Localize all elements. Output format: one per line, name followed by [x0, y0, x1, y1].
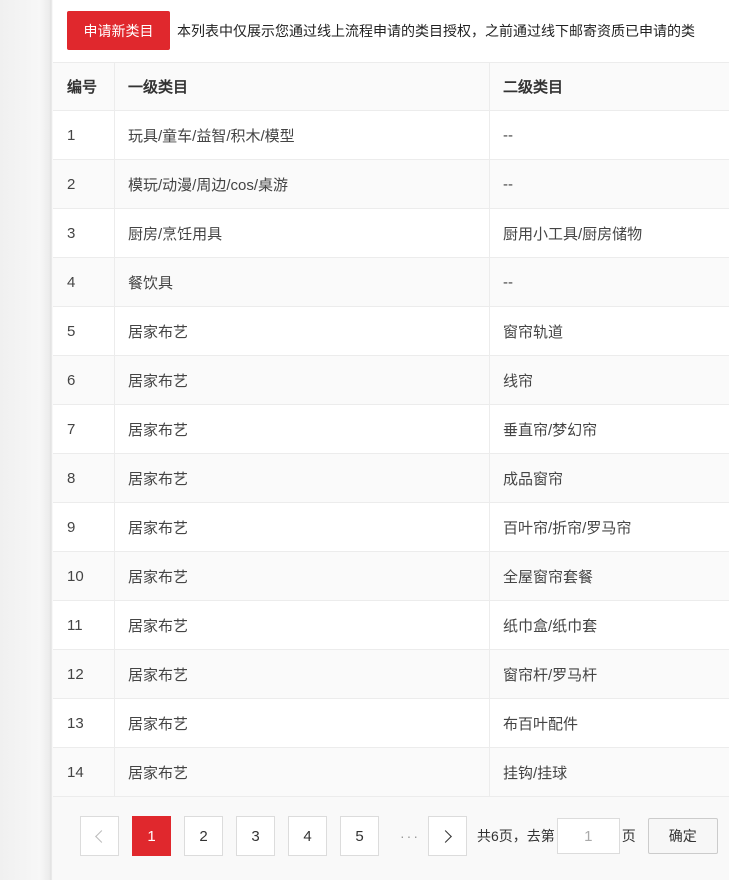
cell-level2: 挂钩/挂球 [503, 764, 568, 782]
cell-no: 4 [53, 258, 115, 306]
cell-no: 11 [53, 601, 115, 649]
cell-level2: 纸巾盒/纸巾套 [503, 617, 598, 635]
notice-text: 本列表中仅展示您通过线上流程申请的类目授权，之前通过线下邮寄资质已申请的类 [177, 22, 695, 39]
page-button-4[interactable]: 4 [288, 816, 327, 856]
chevron-left-icon [95, 829, 108, 843]
page-suffix-text: 页 [621, 828, 636, 844]
cell-no: 1 [53, 111, 115, 159]
cell-level2: 垂直帘/梦幻帘 [503, 421, 598, 439]
toolbar: 申请新类目 本列表中仅展示您通过线上流程申请的类目授权，之前通过线下邮寄资质已申… [67, 11, 695, 50]
cell-level2: -- [503, 126, 513, 144]
header-no: 编号 [53, 63, 115, 110]
cell-level1: 模玩/动漫/周边/cos/桌游 [115, 160, 490, 208]
chevron-right-icon [439, 829, 452, 843]
cell-level1: 居家布艺 [115, 356, 490, 404]
table-row: 12 居家布艺 窗帘杆/罗马杆 [53, 650, 729, 699]
cell-no: 7 [53, 405, 115, 453]
cell-level1: 居家布艺 [115, 699, 490, 747]
table-row: 11 居家布艺 纸巾盒/纸巾套 [53, 601, 729, 650]
cell-level1: 居家布艺 [115, 454, 490, 502]
cell-level1: 厨房/烹饪用具 [115, 209, 490, 257]
pagination-ellipsis: ··· [400, 828, 420, 844]
prev-page-button[interactable] [80, 816, 119, 856]
table-row: 13 居家布艺 布百叶配件 [53, 699, 729, 748]
table-row: 6 居家布艺 线帘 [53, 356, 729, 405]
cell-level2: 百叶帘/折帘/罗马帘 [503, 519, 632, 537]
cell-no: 10 [53, 552, 115, 600]
page-button-3[interactable]: 3 [236, 816, 275, 856]
confirm-page-button[interactable]: 确定 [647, 818, 718, 854]
cell-level1: 居家布艺 [115, 503, 490, 551]
cell-no: 14 [53, 748, 115, 796]
cell-level1: 玩具/童车/益智/积木/模型 [115, 111, 490, 159]
table-row: 2 模玩/动漫/周边/cos/桌游 -- [53, 160, 729, 209]
cell-level1: 居家布艺 [115, 650, 490, 698]
total-pages-text: 共6页，去第 [477, 828, 555, 844]
cell-level2: 全屋窗帘套餐 [503, 568, 594, 586]
cell-level2: -- [503, 273, 513, 291]
header-level2: 二级类目 [503, 79, 564, 96]
header-level1: 一级类目 [115, 63, 490, 110]
cell-level2: -- [503, 175, 513, 193]
apply-new-category-button[interactable]: 申请新类目 [67, 11, 170, 50]
cell-no: 9 [53, 503, 115, 551]
cell-level1: 居家布艺 [115, 307, 490, 355]
table-row: 4 餐饮具 -- [53, 258, 729, 307]
cell-no: 13 [53, 699, 115, 747]
pagination: 12345 ··· 共6页，去第 页 确定 [80, 816, 718, 856]
cell-level2: 窗帘杆/罗马杆 [503, 666, 598, 684]
cell-level1: 居家布艺 [115, 601, 490, 649]
table-row: 5 居家布艺 窗帘轨道 [53, 307, 729, 356]
category-table: 编号 一级类目 二级类目 1 玩具/童车/益智/积木/模型 -- 2 模玩/动漫/周边/… [53, 62, 729, 797]
page-button-2[interactable]: 2 [184, 816, 223, 856]
page-button-5[interactable]: 5 [340, 816, 379, 856]
cell-level1: 居家布艺 [115, 405, 490, 453]
table-row: 7 居家布艺 垂直帘/梦幻帘 [53, 405, 729, 454]
cell-level2: 厨用小工具/厨房储物 [503, 225, 643, 243]
cell-level1: 餐饮具 [115, 258, 490, 306]
cell-level2: 线帘 [503, 372, 534, 390]
table-row: 1 玩具/童车/益智/积木/模型 -- [53, 111, 729, 160]
cell-no: 2 [53, 160, 115, 208]
cell-no: 3 [53, 209, 115, 257]
table-row: 10 居家布艺 全屋窗帘套餐 [53, 552, 729, 601]
cell-no: 12 [53, 650, 115, 698]
left-panel-edge [0, 0, 53, 880]
cell-level2: 窗帘轨道 [503, 323, 564, 341]
table-header: 编号 一级类目 二级类目 [53, 62, 729, 111]
table-row: 14 居家布艺 挂钩/挂球 [53, 748, 729, 797]
cell-no: 5 [53, 307, 115, 355]
page-button-1[interactable]: 1 [132, 816, 171, 856]
cell-no: 6 [53, 356, 115, 404]
cell-level1: 居家布艺 [115, 748, 490, 796]
table-row: 9 居家布艺 百叶帘/折帘/罗马帘 [53, 503, 729, 552]
cell-level1: 居家布艺 [115, 552, 490, 600]
cell-level2: 布百叶配件 [503, 715, 579, 733]
cell-level2: 成品窗帘 [503, 470, 564, 488]
table-row: 8 居家布艺 成品窗帘 [53, 454, 729, 503]
page-number-input[interactable] [556, 818, 620, 854]
table-row: 3 厨房/烹饪用具 厨用小工具/厨房储物 [53, 209, 729, 258]
pagination-bar: 12345 ··· 共6页，去第 页 确定 [53, 797, 729, 880]
next-page-button[interactable] [428, 816, 467, 856]
cell-no: 8 [53, 454, 115, 502]
